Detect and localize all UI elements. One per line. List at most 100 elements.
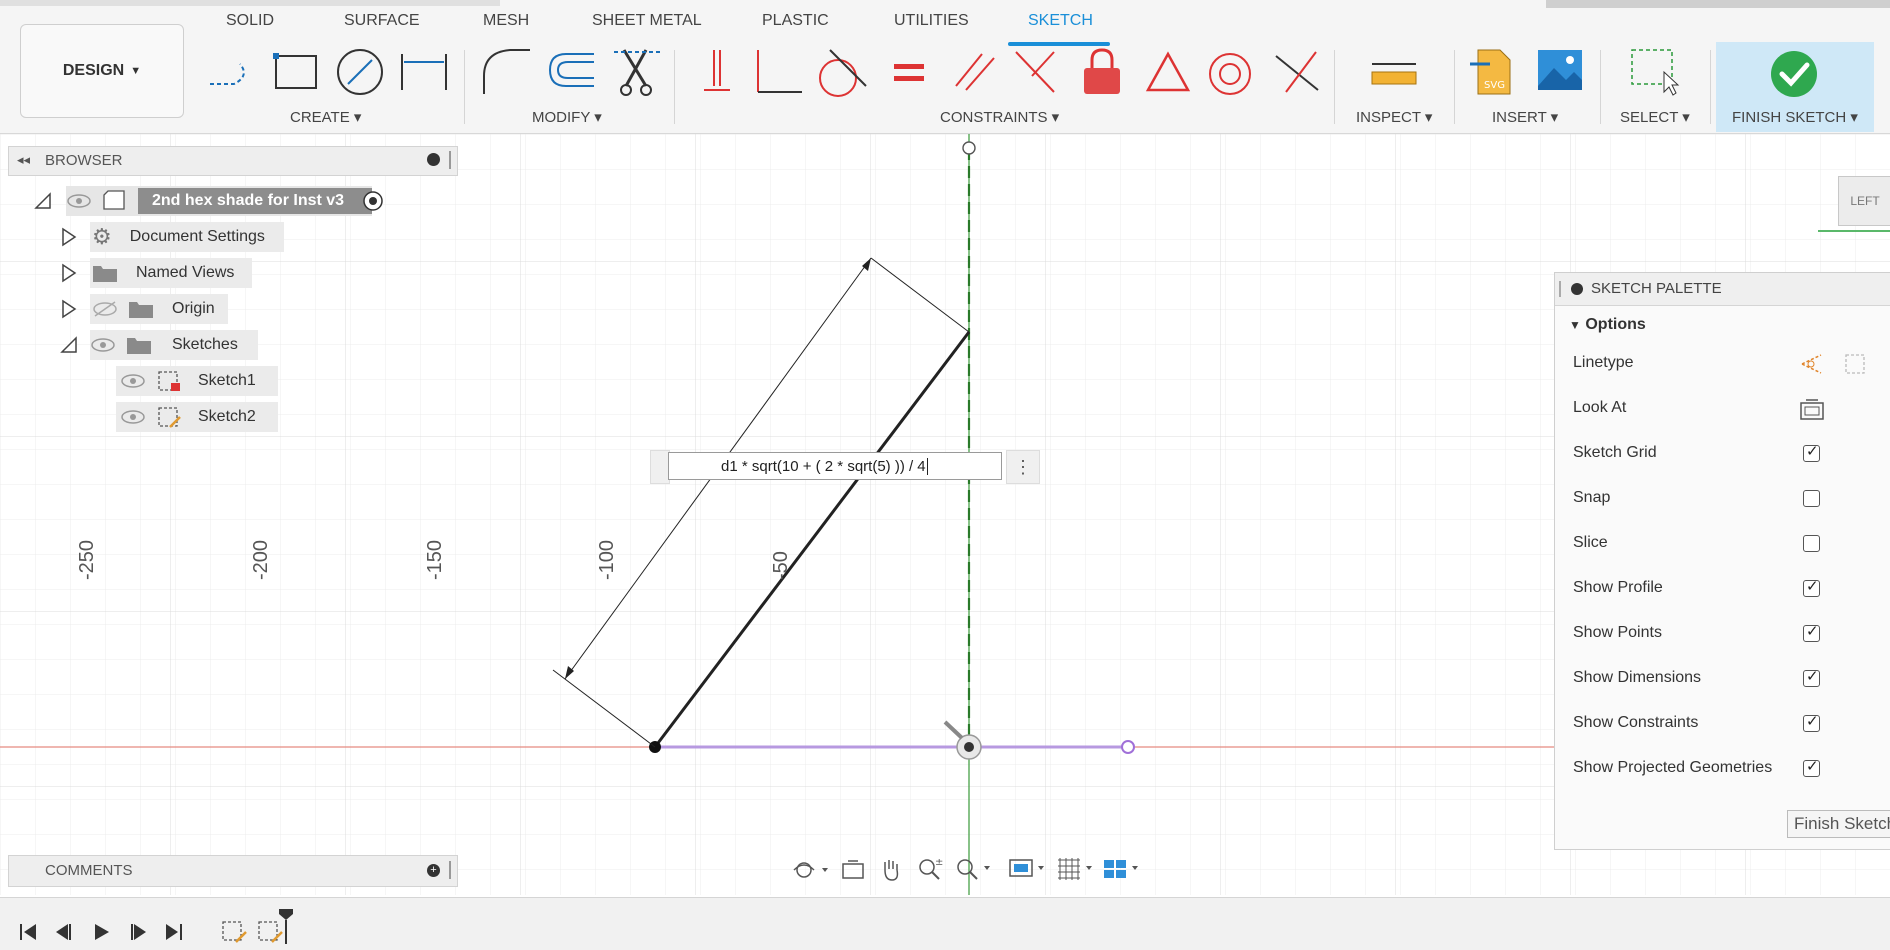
look-at-icon[interactable] xyxy=(840,858,866,882)
eye-icon[interactable] xyxy=(120,408,146,426)
create-group-label[interactable]: CREATE ▾ xyxy=(290,108,361,126)
orbit-icon[interactable] xyxy=(792,858,832,882)
timeline-marker-icon[interactable] xyxy=(278,908,294,944)
midpoint-constraint-icon[interactable] xyxy=(1272,46,1322,98)
expanded-triangle-icon[interactable] xyxy=(58,334,80,356)
text-cursor xyxy=(926,457,928,475)
fillet-tool-icon[interactable] xyxy=(480,46,532,98)
browser-root-row[interactable]: 2nd hex shade for Inst v3 xyxy=(30,186,410,216)
display-settings-icon[interactable] xyxy=(1008,856,1050,882)
triangle-constraint-icon[interactable] xyxy=(1144,46,1192,98)
tab-mesh[interactable]: MESH xyxy=(483,12,529,30)
trim-tool-icon[interactable] xyxy=(612,46,664,98)
tab-solid[interactable]: SOLID xyxy=(226,12,274,30)
step-back-icon[interactable] xyxy=(54,922,74,942)
browser-minimize-icon[interactable] xyxy=(427,153,440,166)
perpendicular-constraint-icon[interactable] xyxy=(752,46,804,98)
symmetry-constraint-icon[interactable] xyxy=(1012,46,1058,98)
dimension-expression-input[interactable]: d1 * sqrt(10 + ( 2 * sqrt(5) )) / 4 xyxy=(668,452,1002,480)
palette-option-label: Show Profile xyxy=(1573,579,1663,596)
circle-tool-icon[interactable] xyxy=(334,46,386,98)
sketch-palette: SKETCH PALETTE ▼ Options Linetype Look At… xyxy=(1554,272,1890,850)
palette-checkbox[interactable] xyxy=(1803,712,1820,732)
step-forward-icon[interactable] xyxy=(128,922,148,942)
go-to-start-icon[interactable] xyxy=(18,922,38,942)
play-icon[interactable] xyxy=(92,922,112,942)
viewports-icon[interactable] xyxy=(1102,856,1144,882)
look-at-icon[interactable] xyxy=(1799,397,1825,421)
add-comment-icon[interactable]: + xyxy=(427,864,440,877)
dimension-grip[interactable] xyxy=(650,450,670,484)
finish-sketch-check-icon[interactable] xyxy=(1770,50,1818,98)
insert-canvas-image-icon[interactable] xyxy=(1536,46,1584,98)
tangent-constraint-icon[interactable] xyxy=(816,46,868,98)
design-workspace-button[interactable]: DESIGN ▼ xyxy=(20,24,184,118)
browser-item-sketches[interactable]: Sketches xyxy=(58,330,238,360)
palette-checkbox[interactable] xyxy=(1803,622,1820,642)
insert-svg-icon[interactable]: SVG xyxy=(1470,46,1514,98)
eye-hidden-icon[interactable] xyxy=(92,300,118,318)
parallel-constraint-icon[interactable] xyxy=(952,46,998,98)
fix-lock-icon[interactable] xyxy=(1080,46,1124,98)
rectangle-tool-icon[interactable] xyxy=(272,46,322,98)
eye-icon[interactable] xyxy=(120,372,146,390)
coincident-constraint-icon[interactable] xyxy=(700,46,736,98)
tab-utilities[interactable]: UTILITIES xyxy=(894,12,969,30)
insert-group-label[interactable]: INSERT ▾ xyxy=(1492,108,1558,126)
tab-sketch[interactable]: SKETCH xyxy=(1028,12,1093,30)
palette-checkbox[interactable] xyxy=(1803,667,1820,687)
select-group-label[interactable]: SELECT ▾ xyxy=(1620,108,1690,126)
tab-surface[interactable]: SURFACE xyxy=(344,12,420,30)
construction-linetype-icon[interactable] xyxy=(1799,352,1825,376)
collapsed-triangle-icon[interactable] xyxy=(60,299,78,319)
palette-option-label: Show Projected Geometries xyxy=(1573,759,1773,776)
constraints-group-label[interactable]: CONSTRAINTS ▾ xyxy=(940,108,1059,126)
timeline-sketch1-icon[interactable] xyxy=(220,918,248,944)
offset-tool-icon[interactable] xyxy=(544,46,596,98)
viewcube-face-label: LEFT xyxy=(1850,194,1880,208)
browser-item-document-settings[interactable]: ⚙ Document Settings xyxy=(60,222,265,252)
zoom-window-icon[interactable] xyxy=(954,856,996,882)
expanded-triangle-icon[interactable] xyxy=(32,190,54,212)
measure-ruler-icon[interactable] xyxy=(1370,60,1418,90)
panel-pin-icon[interactable] xyxy=(449,151,451,169)
browser-item-named-views[interactable]: Named Views xyxy=(60,258,234,288)
finish-sketch-button[interactable]: Finish Sketch xyxy=(1787,810,1890,838)
zoom-icon[interactable]: ± xyxy=(916,856,944,882)
options-section-header[interactable]: ▼ Options xyxy=(1569,316,1646,334)
palette-checkbox[interactable] xyxy=(1803,757,1820,777)
browser-panel-header: ◂◂ BROWSER xyxy=(8,146,458,176)
eye-icon[interactable] xyxy=(66,192,92,210)
concentric-constraint-icon[interactable] xyxy=(1206,46,1254,98)
go-to-end-icon[interactable] xyxy=(164,922,184,942)
palette-checkbox[interactable] xyxy=(1803,577,1820,597)
browser-item-sketch1[interactable]: Sketch1 xyxy=(120,366,256,396)
browser-item-sketch2[interactable]: Sketch2 xyxy=(120,402,256,432)
equal-constraint-icon[interactable] xyxy=(890,46,930,98)
collapsed-triangle-icon[interactable] xyxy=(60,263,78,283)
viewcube[interactable]: LEFT xyxy=(1838,176,1890,226)
eye-icon[interactable] xyxy=(90,336,116,354)
tab-sheet-metal[interactable]: SHEET METAL xyxy=(592,12,702,30)
grid-settings-icon[interactable] xyxy=(1056,856,1098,882)
select-window-icon[interactable] xyxy=(1630,46,1682,98)
activate-radio-icon[interactable] xyxy=(362,190,384,212)
inspect-group-label[interactable]: INSPECT ▾ xyxy=(1356,108,1432,126)
dimension-more-options-button[interactable]: ⋮ xyxy=(1006,450,1040,484)
palette-checkbox[interactable] xyxy=(1803,490,1820,507)
finish-sketch-label[interactable]: FINISH SKETCH ▾ xyxy=(1732,108,1858,126)
panel-pin-icon[interactable] xyxy=(1559,281,1561,297)
modify-group-label[interactable]: MODIFY ▾ xyxy=(532,108,602,126)
panel-pin-icon[interactable] xyxy=(449,861,451,879)
collapsed-triangle-icon[interactable] xyxy=(60,227,78,247)
tab-plastic[interactable]: PLASTIC xyxy=(762,12,829,30)
palette-checkbox[interactable] xyxy=(1803,442,1820,462)
browser-item-origin[interactable]: Origin xyxy=(60,294,215,324)
palette-minimize-icon[interactable] xyxy=(1571,283,1583,295)
palette-checkbox[interactable] xyxy=(1803,535,1820,552)
collapse-double-arrow-icon[interactable]: ◂◂ xyxy=(17,152,30,168)
line-tool-icon[interactable] xyxy=(206,46,258,98)
centerline-linetype-icon[interactable] xyxy=(1843,352,1867,376)
pan-hand-icon[interactable] xyxy=(878,856,904,882)
dimension-tool-icon[interactable] xyxy=(398,46,450,98)
